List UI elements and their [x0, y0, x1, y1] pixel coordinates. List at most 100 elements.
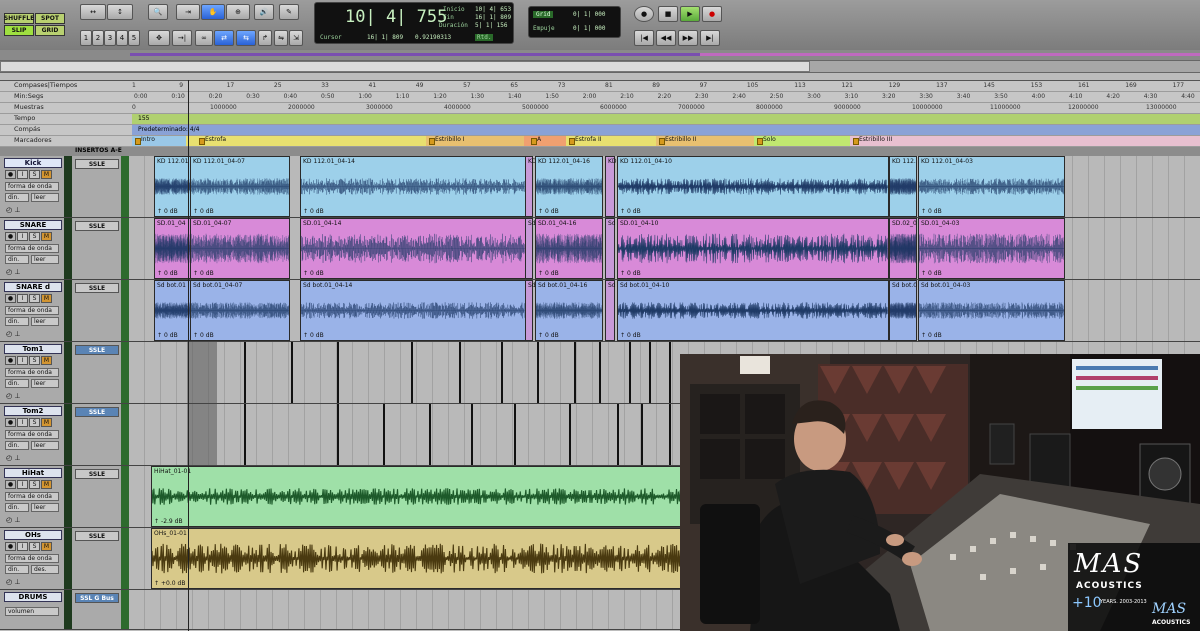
solo-button[interactable]: S — [29, 170, 40, 179]
automation-mode-selector[interactable]: din. — [5, 441, 29, 450]
bars-ruler[interactable]: 1 9 17 25 33 41 49 57 65 73 81 89 97 105 113 121 129 137 1… — [132, 81, 1200, 92]
audio-clip[interactable]: KD 112.01_04-16 0 dB — [535, 156, 603, 217]
audio-clip[interactable]: Sd bot.01_04-16 0 dB — [535, 280, 603, 341]
record-arm-button[interactable]: ● — [5, 170, 16, 179]
playhead-cursor[interactable] — [188, 80, 189, 631]
zoom-preset-1[interactable]: 1 — [80, 30, 92, 46]
main-counter[interactable]: 10| 4| 755 Inicio 10| 4| 653 Fin 16| 1| … — [314, 2, 514, 44]
insert-slot[interactable]: SSLE — [75, 221, 119, 231]
zoomer-tool-icon[interactable]: 🔍 — [148, 4, 168, 20]
zoom-preset-3[interactable]: 3 — [104, 30, 116, 46]
insert-slot[interactable]: SSLE — [75, 345, 119, 355]
automation-read-selector[interactable]: leer — [31, 503, 59, 512]
insert-slot[interactable]: SSLE — [75, 159, 119, 169]
track-view-selector[interactable]: forma de onda — [5, 244, 59, 253]
audio-clip[interactable]: Sd bot.01_04-14 0 dB — [300, 280, 526, 341]
input-monitor-button[interactable]: I — [17, 232, 28, 241]
zoom-preset-2[interactable]: 2 — [92, 30, 104, 46]
link-icon[interactable]: ∞ — [195, 30, 213, 46]
marker[interactable]: Estrofa II — [568, 136, 602, 146]
record-button[interactable]: ● — [702, 6, 722, 22]
timebase-icon[interactable]: ◴ ⊥ — [6, 206, 20, 214]
mute-button[interactable]: M — [41, 356, 52, 365]
record-arm-button[interactable]: ● — [5, 542, 16, 551]
insert-slot[interactable]: SSLE — [75, 407, 119, 417]
record-arm-button[interactable]: ● — [5, 294, 16, 303]
audio-clip[interactable]: KD — [605, 156, 617, 217]
grid-value[interactable]: 0| 1| 000 — [573, 11, 606, 18]
marker[interactable]: Estribillo I — [428, 136, 465, 146]
tab-icon[interactable]: →| — [172, 30, 192, 46]
zoom-preset-4[interactable]: 4 — [116, 30, 128, 46]
rewind-button[interactable]: ◀◀ — [656, 30, 676, 46]
timebase-icon[interactable]: ◴ ⊥ — [6, 454, 20, 462]
audio-clip[interactable]: OHs_01-01 +0.0 dB — [151, 528, 711, 589]
audio-clip[interactable]: Sd bot.01_04-03 0 dB — [918, 280, 1065, 341]
universe-view[interactable] — [0, 50, 1200, 60]
audio-clip[interactable]: Sd — [605, 218, 616, 279]
audio-clip[interactable]: KD 112.01_04-03 0 dB — [918, 156, 1065, 217]
zoom-horizontal-icon[interactable]: ↔ — [80, 4, 106, 20]
insert-slot[interactable]: SSLE — [75, 283, 119, 293]
track-view-selector[interactable]: forma de onda — [5, 492, 59, 501]
audio-clip[interactable]: SD.01_04-16 0 dB — [535, 218, 603, 279]
record-arm-button[interactable]: ● — [5, 418, 16, 427]
grid-mode-button[interactable]: GRID — [35, 25, 65, 36]
automation-mode-selector[interactable]: din. — [5, 503, 29, 512]
audio-clip[interactable]: Sd bot.01_04-07 0 dB — [190, 280, 290, 341]
audio-clip[interactable]: Sd bot.01_04-10 0 dB — [617, 280, 889, 341]
audio-clip[interactable]: Sd — [525, 280, 536, 341]
track-view-selector[interactable]: forma de onda — [5, 306, 59, 315]
input-monitor-button[interactable]: I — [17, 418, 28, 427]
automation-mode-selector[interactable]: din. — [5, 193, 29, 202]
input-monitor-button[interactable]: I — [17, 356, 28, 365]
automation-mode-selector[interactable]: din. — [5, 379, 29, 388]
minsecs-ruler[interactable]: 0:00 0:10 0:20 0:30 0:40 0:50 1:00 1:10 1:20 1:30… — [132, 92, 1200, 103]
start-value[interactable]: 10| 4| 653 — [475, 6, 511, 13]
link-timeline-icon[interactable]: ⇄ — [214, 30, 234, 46]
solo-button[interactable]: S — [29, 232, 40, 241]
rtd-button[interactable]: Rtd. — [475, 34, 494, 41]
track-name[interactable]: Kick — [4, 158, 62, 168]
zoom-vertical-icon[interactable]: ↕ — [107, 4, 133, 20]
insertion-follow-icon[interactable]: ↱ — [258, 30, 272, 46]
audio-clip[interactable]: Sd bot.01 0 dB — [154, 280, 191, 341]
solo-button[interactable]: S — [29, 418, 40, 427]
audio-clip[interactable]: KD 112. — [889, 156, 917, 217]
input-monitor-button[interactable]: I — [17, 170, 28, 179]
insert-slot[interactable]: SSL G Bus — [75, 593, 119, 603]
track-name[interactable]: SNARE d — [4, 282, 62, 292]
track-playlist[interactable]: Sd bot.010 dBSd bot.01_04-070 dBSd bot.0… — [129, 280, 1200, 341]
move-icon[interactable]: ✥ — [148, 30, 170, 46]
slip-mode-button[interactable]: SLIP — [4, 25, 34, 36]
record-arm-button[interactable]: ● — [5, 356, 16, 365]
timebase-icon[interactable]: ◴ ⊥ — [6, 578, 20, 586]
mute-button[interactable]: M — [41, 170, 52, 179]
insert-slot[interactable]: SSLE — [75, 469, 119, 479]
marker[interactable]: A — [530, 136, 541, 146]
scrubber-tool-icon[interactable]: ⊕ — [226, 4, 250, 20]
solo-button[interactable]: S — [29, 542, 40, 551]
audio-clip[interactable]: KD 112.01_04-07 0 dB — [190, 156, 290, 217]
audio-clip[interactable]: Sd — [605, 280, 616, 341]
automation-mode-selector[interactable]: din. — [5, 255, 29, 264]
link-track-icon[interactable]: ⇆ — [236, 30, 256, 46]
track-view-selector[interactable]: forma de onda — [5, 430, 59, 439]
universe-scroll-area[interactable] — [0, 60, 1200, 73]
markers-ruler[interactable]: Intro Estrofa Estribillo I A Estrofa II Estri… — [132, 136, 1200, 147]
timebase-icon[interactable]: ◴ ⊥ — [6, 268, 20, 276]
track-name[interactable]: HiHat — [4, 468, 62, 478]
shuffle-mode-button[interactable]: SHUFFLE — [4, 13, 34, 24]
meter-ruler[interactable]: Predeterminado: 4/4 — [132, 125, 1200, 136]
track-name[interactable]: SNARE — [4, 220, 62, 230]
audio-clip[interactable]: HiHat_01-01 -2.9 dB — [151, 466, 711, 527]
mirror-midi-icon[interactable]: ⇋ — [274, 30, 288, 46]
input-monitor-button[interactable]: I — [17, 294, 28, 303]
input-monitor-button[interactable]: I — [17, 542, 28, 551]
marker[interactable]: Estribillo II — [658, 136, 696, 146]
audio-clip[interactable]: SD.01_04 0 dB — [154, 218, 191, 279]
automation-mode-selector[interactable]: din. — [5, 317, 29, 326]
nudge-value[interactable]: 0| 1| 000 — [573, 25, 606, 32]
timebase-icon[interactable]: ◴ ⊥ — [6, 392, 20, 400]
track-name[interactable]: Tom1 — [4, 344, 62, 354]
